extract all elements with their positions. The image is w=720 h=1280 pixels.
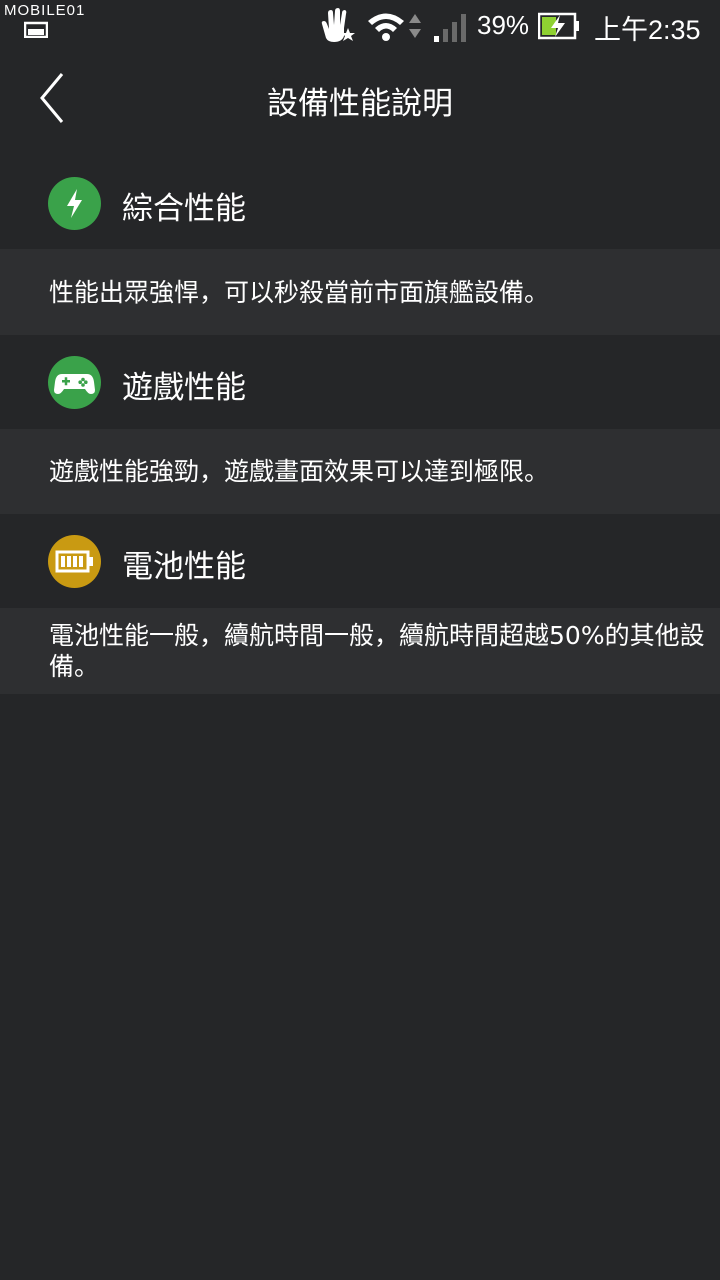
- signal-strength-icon: [434, 14, 466, 42]
- wifi-icon: [368, 13, 404, 41]
- battery-charging-icon: [538, 12, 579, 40]
- section-title: 遊戲性能: [122, 370, 246, 406]
- section-title: 電池性能: [122, 549, 246, 585]
- section-header-gaming: 遊戲性能: [0, 337, 720, 427]
- screen: MOBILE01 39% 上午2:35 設備性能說明 綜合性能 性能出眾強悍，可…: [0, 0, 720, 1280]
- section-description: 遊戲性能強勁，遊戲畫面效果可以達到極限。: [49, 457, 550, 486]
- battery-percentage: 39%: [477, 10, 530, 40]
- section-description-row: 遊戲性能強勁，遊戲畫面效果可以達到極限。: [0, 429, 720, 514]
- section-description-row: 電池性能一般，續航時間一般，續航時間超越50%的其他設備。: [0, 608, 720, 694]
- gallery-notification-icon: [24, 21, 48, 38]
- app-header: 設備性能說明: [0, 52, 720, 146]
- battery-icon: [48, 535, 101, 588]
- hand-star-icon: [321, 8, 355, 42]
- data-activity-icon: [409, 14, 421, 38]
- page-title: 設備性能說明: [267, 86, 453, 122]
- section-header-overall: 綜合性能: [0, 158, 720, 248]
- gamepad-icon: [48, 356, 101, 409]
- section-description: 電池性能一般，續航時間一般，續航時間超越50%的其他設備。: [49, 621, 705, 681]
- lightning-icon: [48, 177, 101, 230]
- section-description: 性能出眾強悍，可以秒殺當前市面旗艦設備。: [49, 278, 550, 307]
- section-description-row: 性能出眾強悍，可以秒殺當前市面旗艦設備。: [0, 249, 720, 335]
- clock: 上午2:35: [594, 15, 701, 45]
- section-title: 綜合性能: [122, 191, 246, 227]
- section-header-battery: 電池性能: [0, 516, 720, 606]
- watermark-text: MOBILE01: [4, 2, 86, 19]
- status-bar: MOBILE01 39% 上午2:35: [0, 0, 720, 52]
